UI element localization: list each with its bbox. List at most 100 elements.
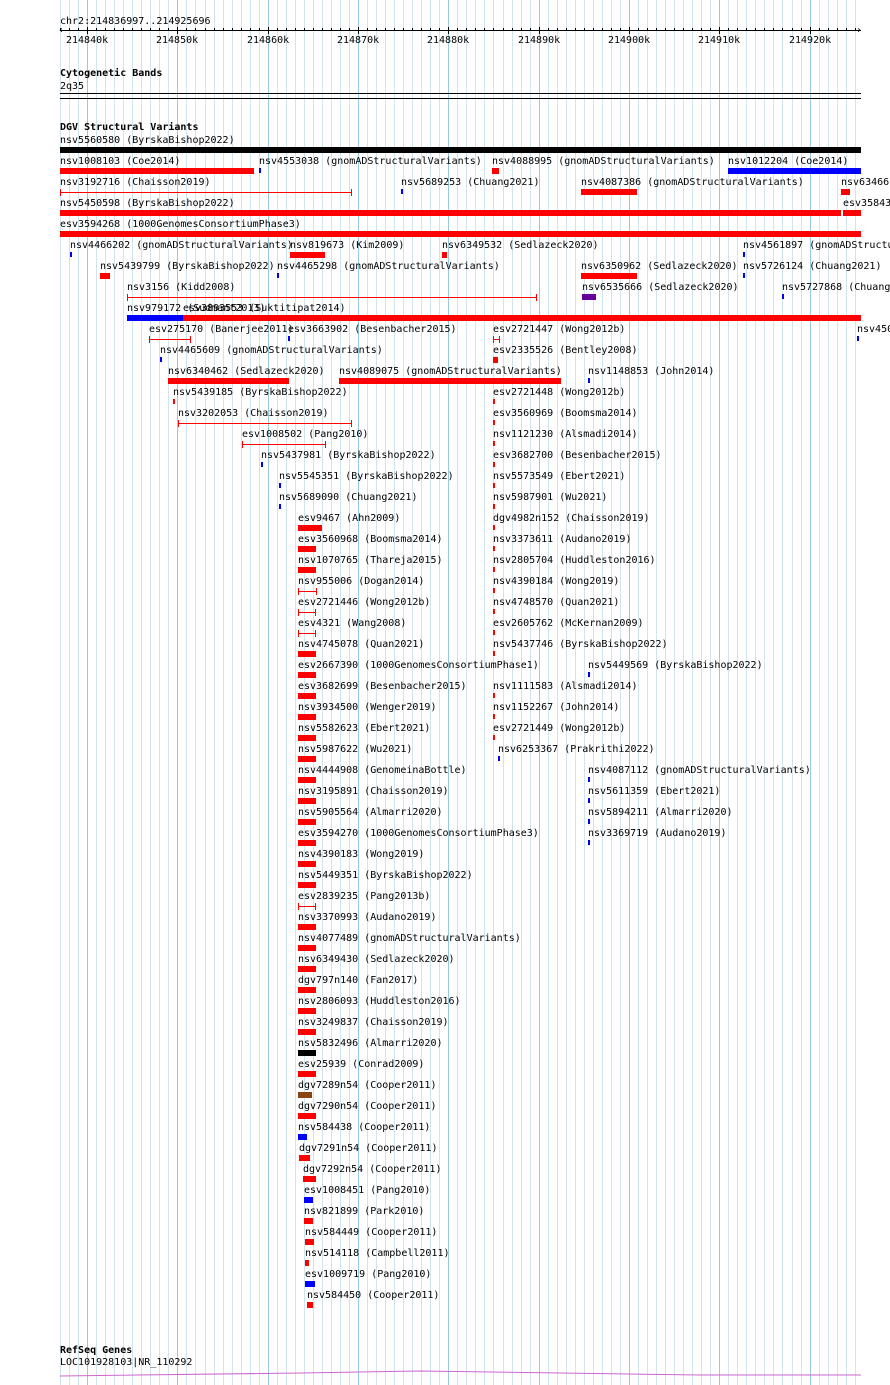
variant-label[interactable]: nsv4390184 (Wong2019) xyxy=(493,576,619,587)
variant-label[interactable]: nsv4088995 (gnomADStructuralVariants) xyxy=(492,156,715,167)
variant-label[interactable]: nsv1012204 (Coe2014) xyxy=(728,156,848,167)
variant-bar[interactable] xyxy=(493,357,498,363)
variant-label[interactable]: nsv5437746 (ByrskaBishop2022) xyxy=(493,639,668,650)
variant-label[interactable]: nsv4444908 (GenomeinaBottle) xyxy=(298,765,467,776)
variant-bar[interactable] xyxy=(60,168,254,174)
variant-label[interactable]: esv3893553 (Suktitipat2014) xyxy=(183,303,346,314)
variant-bar[interactable] xyxy=(298,777,316,783)
variant-bar[interactable] xyxy=(298,987,316,993)
variant-label[interactable]: nsv6253367 (Prakrithi2022) xyxy=(498,744,655,755)
variant-label[interactable]: nsv5437981 (ByrskaBishop2022) xyxy=(261,450,436,461)
variant-bar[interactable] xyxy=(498,756,500,761)
variant-bar[interactable] xyxy=(178,423,352,424)
variant-label[interactable]: nsv4561897 (gnomADStructu xyxy=(743,240,890,251)
variant-bar[interactable] xyxy=(493,630,495,635)
variant-label[interactable]: dgv7291n54 (Cooper2011) xyxy=(299,1143,437,1154)
variant-label[interactable]: nsv634661 xyxy=(841,177,890,188)
variant-label[interactable]: nsv5726124 (Chuang2021) xyxy=(743,261,881,272)
variant-bar[interactable] xyxy=(298,819,316,825)
variant-bar[interactable] xyxy=(493,735,495,740)
variant-bar[interactable] xyxy=(841,189,850,195)
variant-bar[interactable] xyxy=(298,924,316,930)
variant-bar[interactable] xyxy=(127,297,537,298)
variant-label[interactable]: nsv3192716 (Chaisson2019) xyxy=(60,177,211,188)
variant-label[interactable]: esv3682699 (Besenbacher2015) xyxy=(298,681,467,692)
variant-label[interactable]: nsv4087386 (gnomADStructuralVariants) xyxy=(581,177,804,188)
variant-label[interactable]: esv3560968 (Boomsma2014) xyxy=(298,534,443,545)
variant-bar[interactable] xyxy=(288,336,290,341)
variant-bar[interactable] xyxy=(298,1092,312,1098)
variant-label[interactable]: nsv5545351 (ByrskaBishop2022) xyxy=(279,471,454,482)
variant-bar[interactable] xyxy=(307,1302,313,1308)
variant-bar[interactable] xyxy=(298,546,316,552)
variant-label[interactable]: nsv3370993 (Audano2019) xyxy=(298,912,436,923)
variant-label[interactable]: dgv7292n54 (Cooper2011) xyxy=(303,1164,441,1175)
variant-label[interactable]: nsv1121230 (Alsmadi2014) xyxy=(493,429,638,440)
variant-label[interactable]: nsv5449351 (ByrskaBishop2022) xyxy=(298,870,473,881)
variant-label[interactable]: esv25939 (Conrad2009) xyxy=(298,1059,424,1070)
variant-bar[interactable] xyxy=(298,1071,316,1077)
variant-label[interactable]: nsv3249837 (Chaisson2019) xyxy=(298,1017,449,1028)
variant-label[interactable]: esv2721447 (Wong2012b) xyxy=(493,324,625,335)
variant-bar[interactable] xyxy=(581,189,637,195)
variant-bar[interactable] xyxy=(298,735,316,741)
variant-bar[interactable] xyxy=(242,444,326,445)
variant-bar[interactable] xyxy=(588,777,590,782)
variant-bar[interactable] xyxy=(279,483,281,488)
variant-bar[interactable] xyxy=(493,462,495,467)
variant-bar[interactable] xyxy=(259,168,261,173)
variant-label[interactable]: nsv4077489 (gnomADStructuralVariants) xyxy=(298,933,521,944)
variant-label[interactable]: esv2721446 (Wong2012b) xyxy=(298,597,430,608)
variant-label[interactable]: esv275170 (Banerjee2011) xyxy=(149,324,294,335)
variant-bar[interactable] xyxy=(168,378,289,384)
variant-bar[interactable] xyxy=(305,1260,309,1266)
variant-label[interactable]: nsv5582623 (Ebert2021) xyxy=(298,723,430,734)
variant-label[interactable]: dgv797n140 (Fan2017) xyxy=(298,975,418,986)
variant-label[interactable]: nsv1152267 (John2014) xyxy=(493,702,619,713)
variant-bar[interactable] xyxy=(493,441,495,446)
variant-label[interactable]: nsv5689090 (Chuang2021) xyxy=(279,492,417,503)
variant-bar[interactable] xyxy=(339,378,561,384)
variant-label[interactable]: nsv4466202 (gnomADStructuralVariants) xyxy=(70,240,293,251)
variant-label[interactable]: nsv5727868 (Chuang2 xyxy=(782,282,890,293)
variant-bar[interactable] xyxy=(493,693,495,698)
variant-label[interactable]: nsv5450598 (ByrskaBishop2022) xyxy=(60,198,235,209)
variant-bar[interactable] xyxy=(493,483,495,488)
variant-bar[interactable] xyxy=(60,192,352,193)
variant-label[interactable]: nsv5689253 (Chuang2021) xyxy=(401,177,539,188)
variant-label[interactable]: nsv5449569 (ByrskaBishop2022) xyxy=(588,660,763,671)
variant-bar[interactable] xyxy=(298,567,316,573)
variant-bar[interactable] xyxy=(442,252,447,258)
variant-bar[interactable] xyxy=(298,714,316,720)
variant-label[interactable]: nsv584450 (Cooper2011) xyxy=(307,1290,439,1301)
variant-label[interactable]: nsv6535666 (Sedlazeck2020) xyxy=(582,282,739,293)
variant-bar[interactable] xyxy=(183,315,861,321)
variant-label[interactable]: nsv3202053 (Chaisson2019) xyxy=(178,408,329,419)
variant-bar[interactable] xyxy=(493,714,495,719)
variant-label[interactable]: esv3560969 (Boomsma2014) xyxy=(493,408,638,419)
variant-label[interactable]: esv2721449 (Wong2012b) xyxy=(493,723,625,734)
variant-label[interactable]: esv1009719 (Pang2010) xyxy=(305,1269,431,1280)
variant-bar[interactable] xyxy=(743,252,745,257)
variant-bar[interactable] xyxy=(298,651,316,657)
variant-bar[interactable] xyxy=(279,504,281,509)
variant-bar[interactable] xyxy=(588,840,590,845)
variant-bar[interactable] xyxy=(149,339,191,340)
variant-label[interactable]: esv35843 xyxy=(843,198,890,209)
variant-label[interactable]: nsv5832496 (Almarri2020) xyxy=(298,1038,443,1049)
variant-bar[interactable] xyxy=(305,1281,315,1287)
variant-bar[interactable] xyxy=(493,609,495,614)
variant-label[interactable]: nsv4553038 (gnomADStructuralVariants) xyxy=(259,156,482,167)
variant-bar[interactable] xyxy=(743,273,745,278)
variant-label[interactable]: nsv1111583 (Alsmadi2014) xyxy=(493,681,638,692)
variant-label[interactable]: nsv5987622 (Wu2021) xyxy=(298,744,412,755)
variant-label[interactable]: esv3594268 (1000GenomesConsortiumPhase3) xyxy=(60,219,301,230)
variant-bar[interactable] xyxy=(127,315,183,321)
variant-label[interactable]: esv2667390 (1000GenomesConsortiumPhase1) xyxy=(298,660,539,671)
variant-label[interactable]: nsv6349430 (Sedlazeck2020) xyxy=(298,954,455,965)
variant-bar[interactable] xyxy=(581,273,637,279)
variant-label[interactable]: nsv6340462 (Sedlazeck2020) xyxy=(168,366,325,377)
variant-bar[interactable] xyxy=(70,252,72,257)
variant-label[interactable]: nsv4465609 (gnomADStructuralVariants) xyxy=(160,345,383,356)
variant-bar[interactable] xyxy=(277,273,279,278)
